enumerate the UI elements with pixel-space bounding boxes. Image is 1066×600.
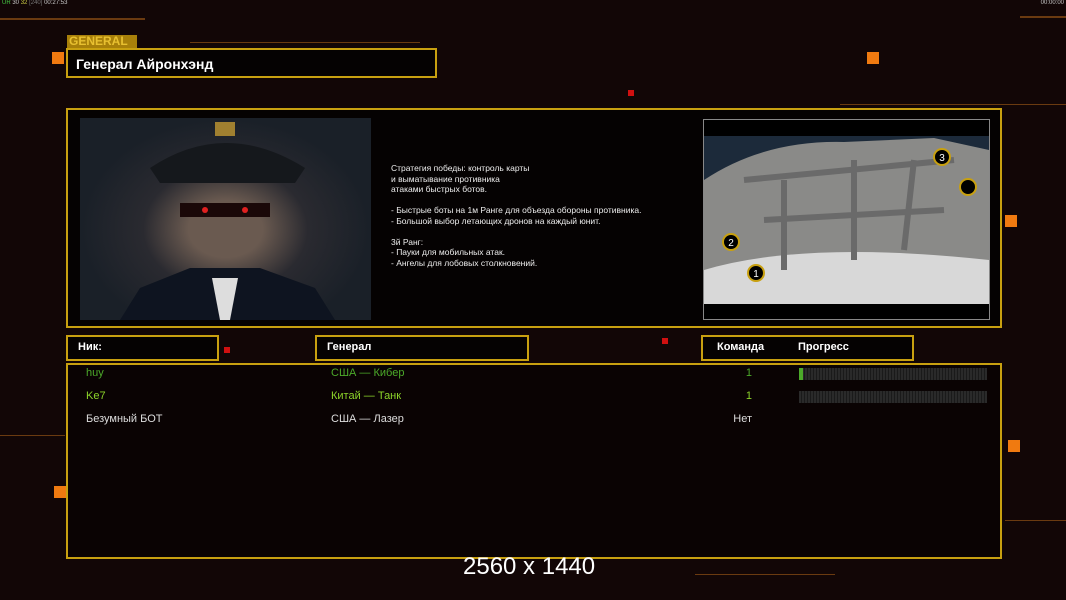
start-slot-empty[interactable] — [959, 178, 977, 196]
fps-cap: [240] — [29, 0, 43, 6]
general-description: Стратегия победы: контроль карты и выматы… — [391, 163, 641, 268]
header-team-progress: Команда Прогресс — [701, 335, 914, 361]
progress-fill — [799, 368, 803, 380]
player-team[interactable]: 1 — [700, 367, 752, 379]
player-team[interactable]: Нет — [700, 413, 752, 425]
player-progress-bar — [799, 368, 987, 380]
header-nick: Ник: — [66, 335, 219, 361]
clock-right: 00:00:00 — [1040, 0, 1064, 6]
header-progress-label: Прогресс — [798, 341, 849, 353]
header-nick-label: Ник: — [78, 341, 102, 353]
svg-text:2: 2 — [728, 238, 734, 249]
player-team[interactable]: 1 — [700, 390, 752, 402]
hud-stats: UR 30 32 [240] 00:27:53 — [2, 0, 67, 6]
player-nick: Ke7 — [86, 390, 106, 402]
general-name-box: Генерал Айронхэнд — [66, 48, 437, 78]
description-line: 3й Ранг: — [391, 236, 424, 247]
header-general: Генерал — [315, 335, 529, 361]
player-general[interactable]: США — Лазер — [331, 413, 404, 425]
player-general[interactable]: Китай — Танк — [331, 390, 401, 402]
player-nick: Безумный БОТ — [86, 413, 163, 425]
fps-value-2: 32 — [20, 0, 28, 6]
description-line: - Пауки для мобильных атак. — [391, 247, 506, 257]
start-slot-2: 2 — [722, 233, 740, 251]
description-line — [391, 195, 641, 206]
resolution-watermark: 2560 x 1440 — [463, 553, 596, 580]
game-time: 00:27:53 — [44, 0, 68, 6]
description-line: - Быстрые боты на 1м Ранге для объезда о… — [391, 205, 642, 215]
description-line: и выматывание противника — [391, 173, 500, 184]
header-general-label: Генерал — [327, 341, 372, 353]
fps-label: UR — [2, 0, 11, 6]
start-slot-3: 3 — [933, 148, 951, 166]
header-team-label: Команда — [717, 341, 765, 353]
description-line: атаками быстрых ботов. — [391, 184, 488, 194]
description-line: - Ангелы для лобовых столкновений. — [391, 257, 538, 268]
start-slot-1: 1 — [747, 264, 765, 282]
player-nick: huy — [86, 367, 104, 379]
description-line: Стратегия победы: контроль карты — [391, 163, 530, 173]
description-line: - Большой выбор летающих дронов на кажды… — [391, 215, 601, 226]
fps-value: 30 — [12, 0, 20, 6]
player-general[interactable]: США — Кибер — [331, 367, 404, 379]
general-tag: GENERAL — [67, 35, 137, 48]
svg-text:1: 1 — [753, 269, 759, 280]
general-portrait — [80, 118, 371, 320]
player-progress-bar — [799, 391, 987, 403]
svg-text:3: 3 — [939, 153, 945, 164]
general-name: Генерал Айронхэнд — [76, 56, 214, 72]
description-line — [391, 226, 641, 237]
minimap[interactable]: 1 2 3 — [703, 119, 990, 320]
